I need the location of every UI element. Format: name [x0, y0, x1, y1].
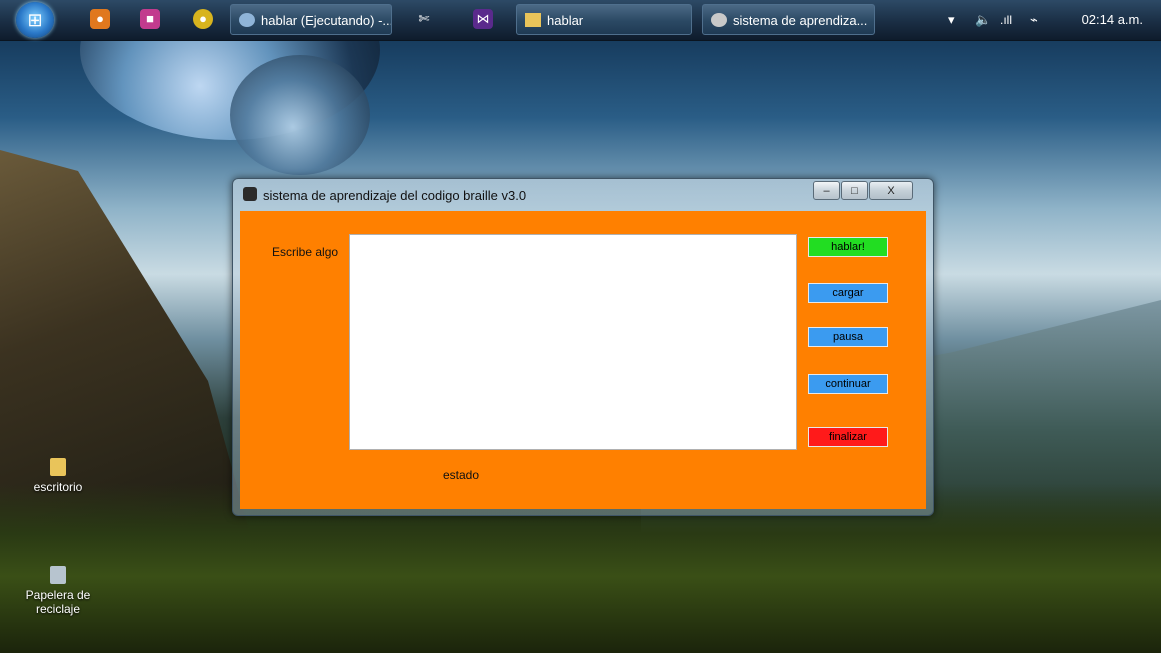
taskbar-item-label: hablar — [547, 13, 584, 28]
volume-icon[interactable]: 🔈 — [975, 0, 991, 40]
hablar-button[interactable]: hablar! — [808, 237, 888, 257]
power-icon[interactable]: ⌁ — [1030, 0, 1038, 40]
taskbar-item-sistema[interactable]: sistema de aprendiza... — [702, 4, 875, 35]
window-client-area: Escribe algo hablar! cargar pausa contin… — [240, 211, 926, 509]
pausa-button[interactable]: pausa — [808, 327, 888, 347]
close-button[interactable]: X — [869, 181, 913, 200]
cargar-button[interactable]: cargar — [808, 283, 888, 303]
desktop-icon-label: Papelera de reciclaje — [25, 588, 91, 616]
desktop-icon-label: escritorio — [33, 480, 83, 494]
app-window: sistema de aprendizaje del codigo braill… — [232, 178, 934, 516]
taskbar-item-label: sistema de aprendiza... — [733, 13, 868, 28]
visual-studio-icon[interactable]: ⋈ — [473, 9, 493, 29]
continuar-button[interactable]: continuar — [808, 374, 888, 394]
folder-icon — [525, 13, 541, 27]
signal-icon[interactable]: .ıll — [1000, 0, 1012, 40]
recycle-bin-icon — [50, 566, 66, 584]
debug-icon — [239, 13, 255, 27]
folder-icon — [50, 458, 66, 476]
tools-icon[interactable]: ✄ — [414, 9, 434, 29]
input-label: Escribe algo — [272, 245, 339, 259]
desktop-icon-papelera[interactable]: Papelera de reciclaje — [22, 566, 94, 616]
text-input[interactable] — [349, 234, 797, 450]
app-icon — [711, 13, 727, 27]
status-label: estado — [443, 468, 480, 482]
chrome-icon[interactable]: ● — [193, 9, 213, 29]
finalizar-button[interactable]: finalizar — [808, 427, 888, 447]
maximize-button[interactable]: □ — [841, 181, 868, 200]
tray-expand-icon[interactable]: ▾ — [948, 0, 955, 40]
taskbar-item-label: hablar (Ejecutando) -... — [261, 13, 392, 28]
app-icon[interactable]: ■ — [140, 9, 160, 29]
taskbar-item-hablar-folder[interactable]: hablar — [516, 4, 692, 35]
window-title: sistema de aprendizaje del codigo braill… — [263, 188, 527, 203]
taskbar: ⊞ ● ■ ● hablar (Ejecutando) -... ✄ ⋈ hab… — [0, 0, 1161, 41]
minimize-button[interactable]: – — [813, 181, 840, 200]
planet-decoration — [230, 55, 370, 175]
start-button[interactable]: ⊞ — [16, 2, 54, 38]
app-icon — [243, 187, 257, 201]
clock[interactable]: 02:14 a.m. — [1082, 0, 1143, 40]
firefox-icon[interactable]: ● — [90, 9, 110, 29]
taskbar-item-hablar-running[interactable]: hablar (Ejecutando) -... — [230, 4, 392, 35]
desktop-icon-escritorio[interactable]: escritorio — [22, 458, 94, 494]
